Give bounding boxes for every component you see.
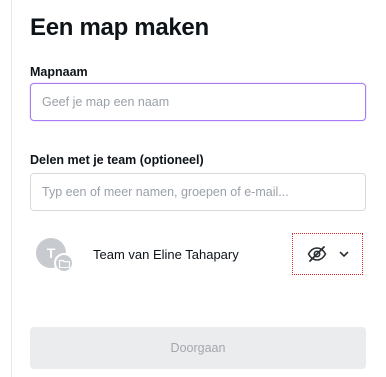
share-input[interactable] <box>30 173 366 211</box>
team-badge-icon <box>54 253 74 273</box>
share-with-team-label: Delen met je team (optioneel) <box>30 153 204 167</box>
folder-icon <box>58 259 70 268</box>
panel-left-border <box>11 0 12 377</box>
team-name: Team van Eline Tahapary <box>93 247 239 262</box>
team-row: T Team van Eline Tahapary <box>30 233 366 277</box>
chevron-down-icon <box>339 251 348 257</box>
eye-slash-icon <box>307 246 326 262</box>
visibility-dropdown[interactable] <box>292 233 363 275</box>
dialog-title: Een map maken <box>30 14 209 41</box>
continue-button[interactable]: Doorgaan <box>30 327 366 369</box>
folder-name-input[interactable] <box>30 83 366 121</box>
folder-name-label: Mapnaam <box>30 65 88 79</box>
